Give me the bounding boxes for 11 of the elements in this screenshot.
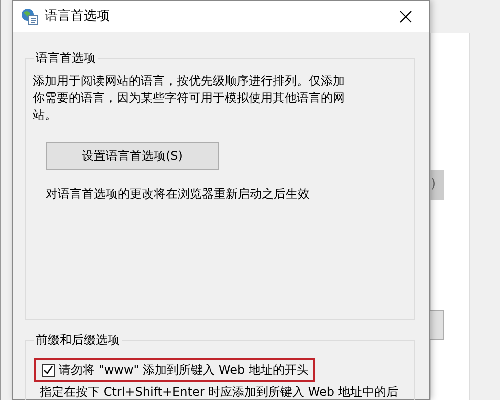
group-label: 前缀和后缀选项	[34, 331, 122, 349]
checkbox-label[interactable]: 请勿将 "www" 添加到所键入 Web 地址的开头	[59, 361, 309, 379]
window-title: 语言首选项	[45, 8, 110, 26]
group-label: 语言首选项	[34, 49, 98, 67]
language-settings-button[interactable]: 设置语言首选项(S)	[46, 142, 219, 170]
description-text: 指定在按下 Ctrl+Shift+Enter 时应添加到所键入 Web 地址中的后	[40, 385, 398, 399]
close-icon	[400, 10, 412, 22]
description-text: 添加用于阅读网站的语言，按优先级顺序进行排列。仅添加你需要的语言，因为某些字符可用于模拟使用其他语言的网站。	[33, 73, 346, 124]
checkbox[interactable]	[42, 364, 55, 376]
note-text: 对语言首选项的更改将在浏览器重新启动之后生效	[46, 186, 310, 203]
globe-document-icon	[21, 8, 39, 26]
